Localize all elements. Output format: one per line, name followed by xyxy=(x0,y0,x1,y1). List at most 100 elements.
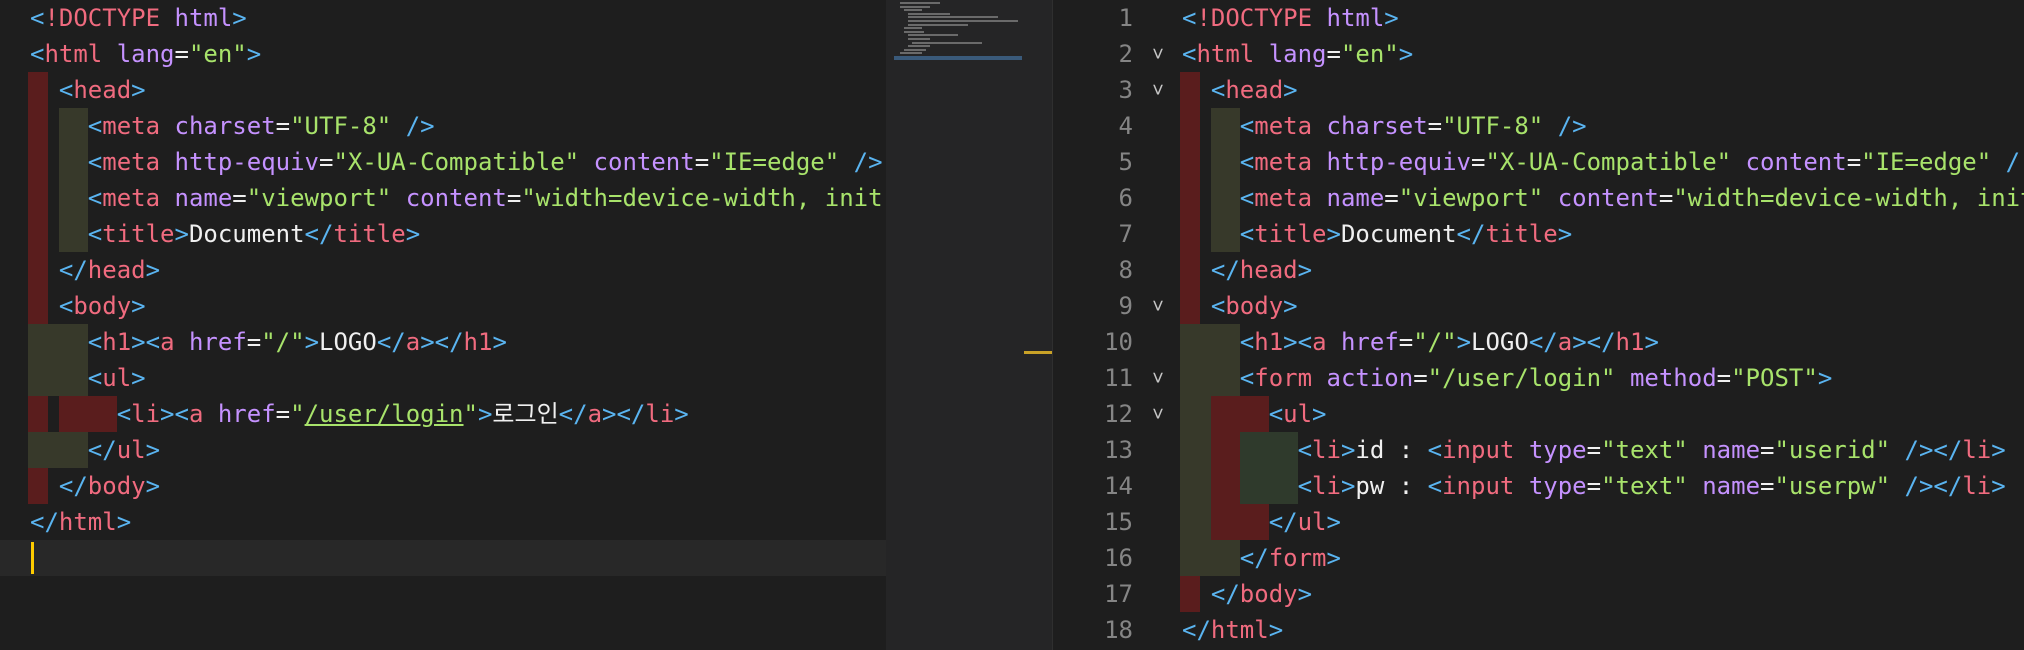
code-token: "viewport" xyxy=(1398,184,1544,212)
minimap-line xyxy=(904,27,922,30)
right-editor-line[interactable]: <!DOCTYPE html> xyxy=(1053,0,2024,36)
indent-guide xyxy=(1210,108,1240,144)
indent-guide xyxy=(28,252,48,288)
right-editor-line[interactable]: <ul> xyxy=(1053,396,2024,432)
code-token: > xyxy=(1817,364,1833,392)
right-editor-line[interactable]: <h1><a href="/">LOGO</a></h1> xyxy=(1053,324,2024,360)
code-token: = xyxy=(275,400,291,428)
right-editor-line[interactable]: <body> xyxy=(1053,288,2024,324)
code-token: html xyxy=(1326,4,1385,32)
code-token: > xyxy=(131,292,146,320)
code-token: href xyxy=(217,400,276,428)
code-text: <head> xyxy=(1211,72,1298,108)
right-editor-line[interactable]: <li>id : <input type="text" name="userid… xyxy=(1053,432,2024,468)
right-editor-line[interactable]: </html> xyxy=(1053,612,2024,648)
right-editor-line[interactable]: </form> xyxy=(1053,540,2024,576)
minimap-line xyxy=(908,34,958,37)
code-token: > xyxy=(1340,472,1356,500)
code-token: input xyxy=(1442,472,1529,500)
indent-guide xyxy=(1180,324,1211,360)
code-text: <li><a href="/user/login">로그인</a></li> xyxy=(117,396,689,432)
code-token: ul xyxy=(102,364,132,392)
code-token: >< xyxy=(131,328,161,356)
left-editor-line[interactable]: <ul> xyxy=(0,360,886,396)
minimap[interactable] xyxy=(886,0,1052,650)
right-editor-line[interactable]: <title>Document</title> xyxy=(1053,216,2024,252)
code-text: <title>Document</title> xyxy=(1240,216,1572,252)
code-token: html xyxy=(174,4,233,32)
code-token: > xyxy=(1398,40,1414,68)
right-editor-line[interactable]: </body> xyxy=(1053,576,2024,612)
minimap-line xyxy=(900,52,922,55)
code-token: < xyxy=(87,112,103,140)
code-token: < xyxy=(87,364,103,392)
indent-guide xyxy=(1180,72,1200,108)
right-editor-line[interactable]: <meta name="viewport" content="width=dev… xyxy=(1053,180,2024,216)
code-token: meta xyxy=(102,148,175,176)
minimap-viewport-thumb[interactable] xyxy=(894,56,1022,60)
code-text: <body> xyxy=(1211,288,1298,324)
code-token: Document xyxy=(1340,220,1457,248)
left-editor-line[interactable]: <head> xyxy=(0,72,886,108)
code-token: form xyxy=(1254,364,1327,392)
right-editor-line[interactable]: </head> xyxy=(1053,252,2024,288)
code-token: > xyxy=(674,400,689,428)
code-token: li xyxy=(131,400,161,428)
right-editor-line[interactable]: <head> xyxy=(1053,72,2024,108)
code-token: /></ xyxy=(1904,472,1963,500)
code-token: < xyxy=(87,328,103,356)
code-token: a xyxy=(1312,328,1341,356)
left-editor-line[interactable]: <meta name="viewport" content="width=dev… xyxy=(0,180,886,216)
code-token: title xyxy=(1485,220,1558,248)
left-editor-line[interactable]: </html> xyxy=(0,504,886,540)
code-token: ></ xyxy=(420,328,464,356)
code-token: > xyxy=(477,400,493,428)
code-token: head xyxy=(1239,256,1298,284)
indent-guide xyxy=(28,108,48,144)
code-token: http-equiv xyxy=(174,148,320,176)
left-editor-line[interactable]: <li><a href="/user/login">로그인</a></li> xyxy=(0,396,886,432)
code-token: < xyxy=(1239,112,1255,140)
code-token: /> xyxy=(853,148,883,176)
minimap-line xyxy=(900,5,930,8)
right-editor-line[interactable]: <meta charset="UTF-8" /> xyxy=(1053,108,2024,144)
left-editor-line[interactable]: <meta charset="UTF-8" /> xyxy=(0,108,886,144)
left-editor-line[interactable]: <title>Document</title> xyxy=(0,216,886,252)
indent-guide xyxy=(1180,180,1200,216)
indent-guide xyxy=(1210,216,1240,252)
minimap-line xyxy=(908,45,930,48)
left-editor-line[interactable]: <html lang="en"> xyxy=(0,36,886,72)
left-editor-line[interactable]: <h1><a href="/">LOGO</a></h1> xyxy=(0,324,886,360)
left-editor-line[interactable]: <meta http-equiv="X-UA-Compatible" conte… xyxy=(0,144,886,180)
right-editor-line[interactable]: <form action="/user/login" method="POST"… xyxy=(1053,360,2024,396)
left-editor-line[interactable]: </body> xyxy=(0,468,886,504)
left-editor-pane[interactable]: <!DOCTYPE html> <html lang="en"> <head> <me… xyxy=(0,0,886,650)
right-editor-line[interactable]: <html lang="en"> xyxy=(1053,36,2024,72)
right-editor-pane[interactable]: 1 2 ˅ 3 ˅ 4 5 6 7 8 9 ˅ 10 11 ˅ 12 ˅ 13 14 15 16 17 18 <!DOCTYP… xyxy=(1053,0,2024,650)
code-token: body xyxy=(1225,292,1284,320)
indent-guide xyxy=(1180,432,1211,468)
left-editor-line[interactable] xyxy=(0,540,886,576)
indent-guide xyxy=(1210,540,1240,576)
right-editor-line[interactable]: <li>pw : <input type="text" name="userpw… xyxy=(1053,468,2024,504)
left-editor-line[interactable]: <!DOCTYPE html> xyxy=(0,0,886,36)
code-token: "IE=edge" xyxy=(709,148,840,176)
left-editor-line[interactable]: </ul> xyxy=(0,432,886,468)
code-token: < xyxy=(87,148,103,176)
code-token: = xyxy=(1398,328,1414,356)
right-editor-line[interactable]: </ul> xyxy=(1053,504,2024,540)
right-editor-line[interactable]: <meta http-equiv="X-UA-Compatible" conte… xyxy=(1053,144,2024,180)
code-token: = xyxy=(246,328,262,356)
code-token: > xyxy=(145,472,161,500)
scrollbar-change-marker xyxy=(1024,351,1052,354)
left-editor-line[interactable]: <body> xyxy=(0,288,886,324)
code-text: </ul> xyxy=(88,432,160,468)
code-token: < xyxy=(87,220,103,248)
code-token: li xyxy=(1312,436,1341,464)
code-text: </html> xyxy=(30,504,131,540)
code-token: < xyxy=(58,292,74,320)
code-token: "/" xyxy=(261,328,305,356)
left-editor-line[interactable]: </head> xyxy=(0,252,886,288)
